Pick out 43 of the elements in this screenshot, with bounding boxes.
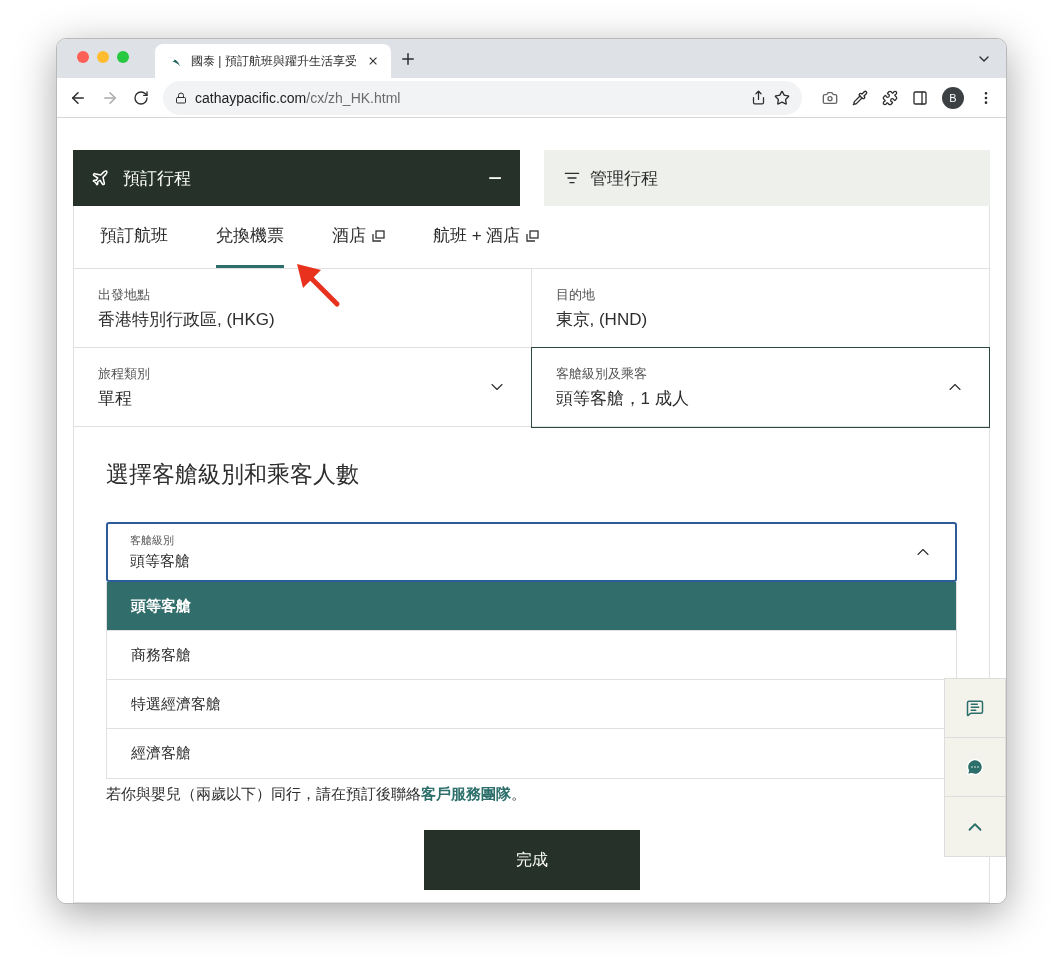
done-button[interactable]: 完成 xyxy=(423,830,640,890)
field-value: 單程 xyxy=(98,387,133,410)
side-panel-icon[interactable] xyxy=(912,89,928,106)
lock-icon xyxy=(175,91,187,104)
field-label: 目的地 xyxy=(555,285,596,304)
plane-icon xyxy=(91,169,109,187)
list-icon xyxy=(564,170,580,186)
field-label: 出發地點 xyxy=(98,285,151,304)
booking-tab[interactable]: 兌換機票 xyxy=(216,206,284,268)
dropdown-field[interactable]: 旅程類別 單程 xyxy=(74,348,532,427)
star-icon[interactable] xyxy=(774,89,790,106)
pointer-arrow xyxy=(295,262,341,308)
dropdown-option[interactable]: 頭等客艙 xyxy=(107,582,956,631)
booking-tab[interactable]: 航班 + 酒店 xyxy=(433,206,540,268)
browser-tab[interactable]: 國泰 | 預訂航班與躍升生活享受 xyxy=(155,44,391,78)
profile-avatar[interactable]: B xyxy=(942,86,964,109)
booking-tab[interactable]: 酒店 xyxy=(332,206,385,268)
address-bar[interactable]: cathaypacific.com/cx/zh_HK.html xyxy=(163,80,802,115)
dropdown-field[interactable]: 客艙級別及乘客 頭等客艙，1 成人 xyxy=(531,348,989,427)
share-icon[interactable] xyxy=(751,90,766,105)
header-title: 預訂行程 xyxy=(123,167,191,190)
tab-title: 國泰 | 預訂航班與躍升生活享受 xyxy=(190,52,357,70)
field-label: 旅程類別 xyxy=(98,364,151,383)
field-label: 客艙級別 xyxy=(130,533,175,548)
collapse-button[interactable]: − xyxy=(488,164,502,192)
field-value: 東京, (HND) xyxy=(555,308,649,331)
field-value: 頭等客艙，1 成人 xyxy=(555,387,690,410)
message-icon xyxy=(966,699,984,717)
url-text: cathaypacific.com/cx/zh_HK.html xyxy=(195,89,401,106)
cabin-select[interactable]: 客艙級別 頭等客艙 xyxy=(106,522,957,582)
input-field[interactable]: 目的地 東京, (HND) xyxy=(531,269,989,348)
puzzle-icon[interactable] xyxy=(882,89,898,106)
field-label: 客艙級別及乘客 xyxy=(555,364,648,383)
booking-tab[interactable]: 預訂航班 xyxy=(100,206,168,268)
section-heading: 選擇客艙級別和乘客人數 xyxy=(106,460,360,489)
eyedropper-icon[interactable] xyxy=(852,89,868,106)
manage-trip-button[interactable]: 管理行程 xyxy=(544,150,990,206)
chat-bubble-icon xyxy=(966,758,984,776)
field-value: 香港特別行政區, (HKG) xyxy=(98,308,276,331)
field-value: 頭等客艙 xyxy=(130,552,191,571)
customer-service-link[interactable]: 客戶服務團隊 xyxy=(421,785,511,802)
camera-icon[interactable] xyxy=(822,89,838,106)
reload-icon[interactable] xyxy=(133,89,149,106)
